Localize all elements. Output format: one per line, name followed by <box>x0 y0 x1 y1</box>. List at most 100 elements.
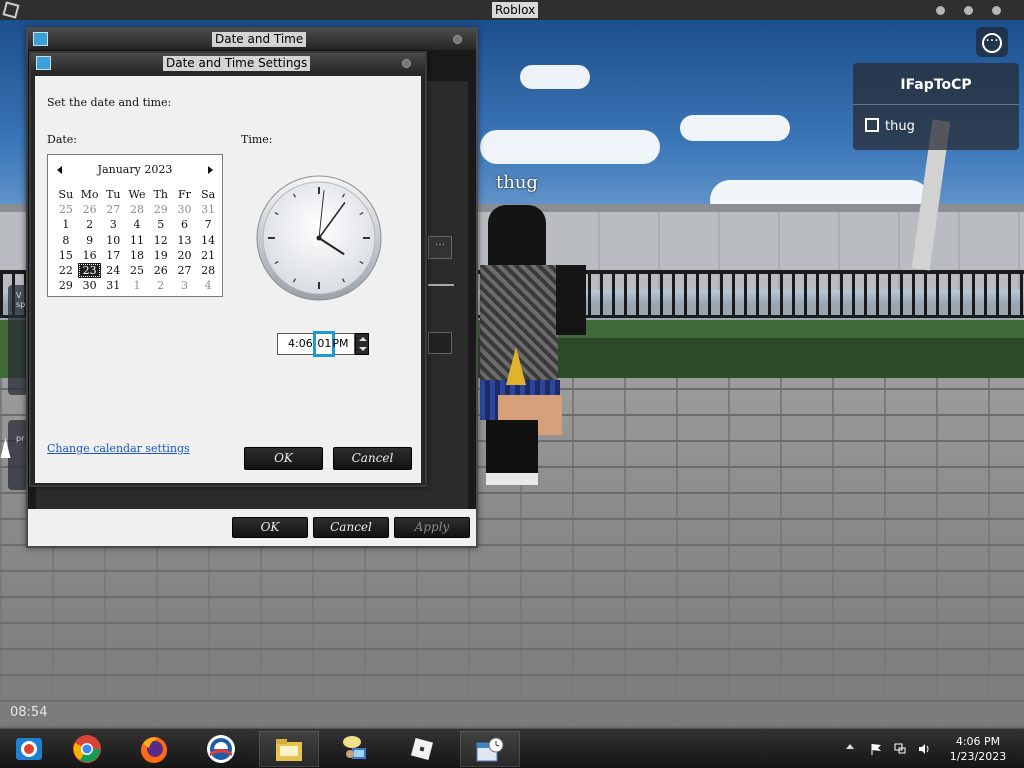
close-icon[interactable] <box>453 35 462 44</box>
calendar-day[interactable]: 15 <box>54 248 78 263</box>
calendar-day[interactable]: 3 <box>101 217 125 232</box>
dialog-body: Set the date and time: Date: Time: Janua… <box>35 76 421 483</box>
taskbar-app[interactable] <box>125 731 185 767</box>
maximize-icon[interactable] <box>964 6 973 15</box>
weekday-label: Fr <box>178 188 191 201</box>
calendar-day-other-month[interactable]: 2 <box>149 278 173 293</box>
change-timezone-button[interactable] <box>428 332 452 354</box>
calendar-day-other-month[interactable]: 27 <box>101 202 125 217</box>
calendar-day[interactable]: 21 <box>196 248 220 263</box>
calendar-day[interactable]: 6 <box>173 217 197 232</box>
calendar-day[interactable]: 20 <box>173 248 197 263</box>
apply-button[interactable]: Apply <box>394 517 470 538</box>
calendar-day[interactable]: 17 <box>101 248 125 263</box>
calendar-day[interactable]: 13 <box>173 233 197 248</box>
player-list-item[interactable]: thug <box>853 105 1019 149</box>
next-month-icon[interactable] <box>208 166 213 174</box>
time-hours-minutes[interactable]: 4:06 <box>288 337 313 350</box>
calendar-day-other-month[interactable]: 4 <box>196 278 220 293</box>
calendar-day[interactable]: 12 <box>149 233 173 248</box>
calendar-day[interactable]: 11 <box>125 233 149 248</box>
calendar-day-other-month[interactable]: 3 <box>173 278 197 293</box>
calendar-day-other-month[interactable]: 28 <box>125 202 149 217</box>
taskbar-app[interactable] <box>259 731 319 767</box>
time-spinner[interactable] <box>355 333 369 355</box>
calendar-month[interactable]: January 2023 <box>48 163 222 176</box>
calendar-week-row: 29 30 31 1 2 3 4 <box>54 278 220 293</box>
calendar-day[interactable]: 24 <box>101 263 125 278</box>
spin-up-icon[interactable] <box>356 334 368 344</box>
network-icon[interactable] <box>894 743 906 755</box>
side-menu-fragment[interactable]: V sp <box>8 285 28 395</box>
player-avatar[interactable] <box>478 195 588 490</box>
calendar[interactable]: January 2023 Su Mo Tu We Th Fr Sa 25 26 27 28 29 30 3… <box>47 154 223 297</box>
dialog-title-bar[interactable]: Date and Time Settings <box>31 53 425 74</box>
calendar-day[interactable]: 7 <box>196 217 220 232</box>
close-icon[interactable] <box>402 59 411 68</box>
timer-text: 08:54 <box>10 705 48 720</box>
ok-button[interactable]: OK <box>244 447 323 470</box>
firefox-icon <box>141 737 167 763</box>
calendar-day[interactable]: 16 <box>78 248 102 263</box>
taskbar: 4:06 PM 1/23/2023 <box>0 728 1024 768</box>
calendar-day-other-month[interactable]: 30 <box>173 202 197 217</box>
calendar-day[interactable]: 10 <box>101 233 125 248</box>
calendar-day[interactable]: 8 <box>54 233 78 248</box>
volume-icon[interactable] <box>918 743 930 755</box>
calendar-week-row: 22 23 24 25 26 27 28 <box>54 262 220 279</box>
calendar-day-other-month[interactable]: 29 <box>149 202 173 217</box>
calendar-day[interactable]: 5 <box>149 217 173 232</box>
roblox-menu-button[interactable]: ··· <box>976 27 1008 57</box>
taskbar-app[interactable] <box>192 731 252 767</box>
calendar-day-other-month[interactable]: 25 <box>54 202 78 217</box>
calendar-day[interactable]: 18 <box>125 248 149 263</box>
calendar-day[interactable]: 26 <box>149 263 173 278</box>
close-icon[interactable] <box>992 6 1001 15</box>
avatar-legs <box>486 420 538 480</box>
calendar-day-other-month[interactable]: 1 <box>125 278 149 293</box>
calendar-day[interactable]: 4 <box>125 217 149 232</box>
calendar-day[interactable]: 31 <box>101 278 125 293</box>
local-player-name[interactable]: IFapToCP <box>853 63 1019 105</box>
weekday-label: Tu <box>106 188 121 201</box>
taskbar-app[interactable] <box>393 731 453 767</box>
calendar-week-row: 25 26 27 28 29 30 31 <box>54 202 220 217</box>
taskbar-app[interactable] <box>460 731 520 767</box>
analog-clock <box>256 175 382 301</box>
taskbar-app[interactable] <box>326 731 386 767</box>
clock-date: 1/23/2023 <box>949 750 1007 763</box>
calendar-day[interactable]: 22 <box>54 263 78 278</box>
calendar-day[interactable]: 1 <box>54 217 78 232</box>
spin-down-icon[interactable] <box>356 344 368 354</box>
calendar-day[interactable]: 14 <box>196 233 220 248</box>
calendar-day[interactable]: 30 <box>78 278 102 293</box>
calendar-day-other-month[interactable]: 26 <box>78 202 102 217</box>
calendar-day[interactable]: 27 <box>173 263 197 278</box>
calendar-day[interactable]: 19 <box>149 248 173 263</box>
cancel-button[interactable]: Cancel <box>313 517 389 538</box>
calendar-day[interactable]: 29 <box>54 278 78 293</box>
system-clock[interactable]: 4:06 PM 1/23/2023 <box>940 734 1016 764</box>
change-calendar-settings-link[interactable]: Change calendar settings <box>47 442 190 455</box>
calendar-day[interactable]: 25 <box>125 263 149 278</box>
taskbar-app[interactable] <box>58 731 118 767</box>
dialog-title-bar[interactable]: Date and Time <box>28 29 476 50</box>
calendar-day[interactable]: 9 <box>78 233 102 248</box>
action-center-flag-icon[interactable] <box>870 743 882 755</box>
calendar-day-other-month[interactable]: 31 <box>196 202 220 217</box>
ok-button[interactable]: OK <box>232 517 308 538</box>
calendar-day[interactable]: 2 <box>78 217 102 232</box>
change-date-button[interactable]: ... <box>428 236 452 259</box>
player-list: IFapToCP thug <box>853 63 1019 150</box>
cancel-button[interactable]: Cancel <box>333 447 412 470</box>
time-ampm[interactable]: PM <box>332 337 348 350</box>
calendar-day-selected[interactable]: 23 <box>77 262 102 279</box>
show-hidden-icons-icon[interactable] <box>846 744 854 749</box>
minimize-icon[interactable] <box>936 6 945 15</box>
divider <box>428 284 454 286</box>
calendar-day[interactable]: 28 <box>196 263 220 278</box>
taskbar-app[interactable] <box>0 731 60 767</box>
time-seconds[interactable]: 01 <box>313 331 336 357</box>
dialog-title: Date and Time Settings <box>163 56 311 71</box>
time-input[interactable]: 4:06:01PM <box>277 331 355 357</box>
